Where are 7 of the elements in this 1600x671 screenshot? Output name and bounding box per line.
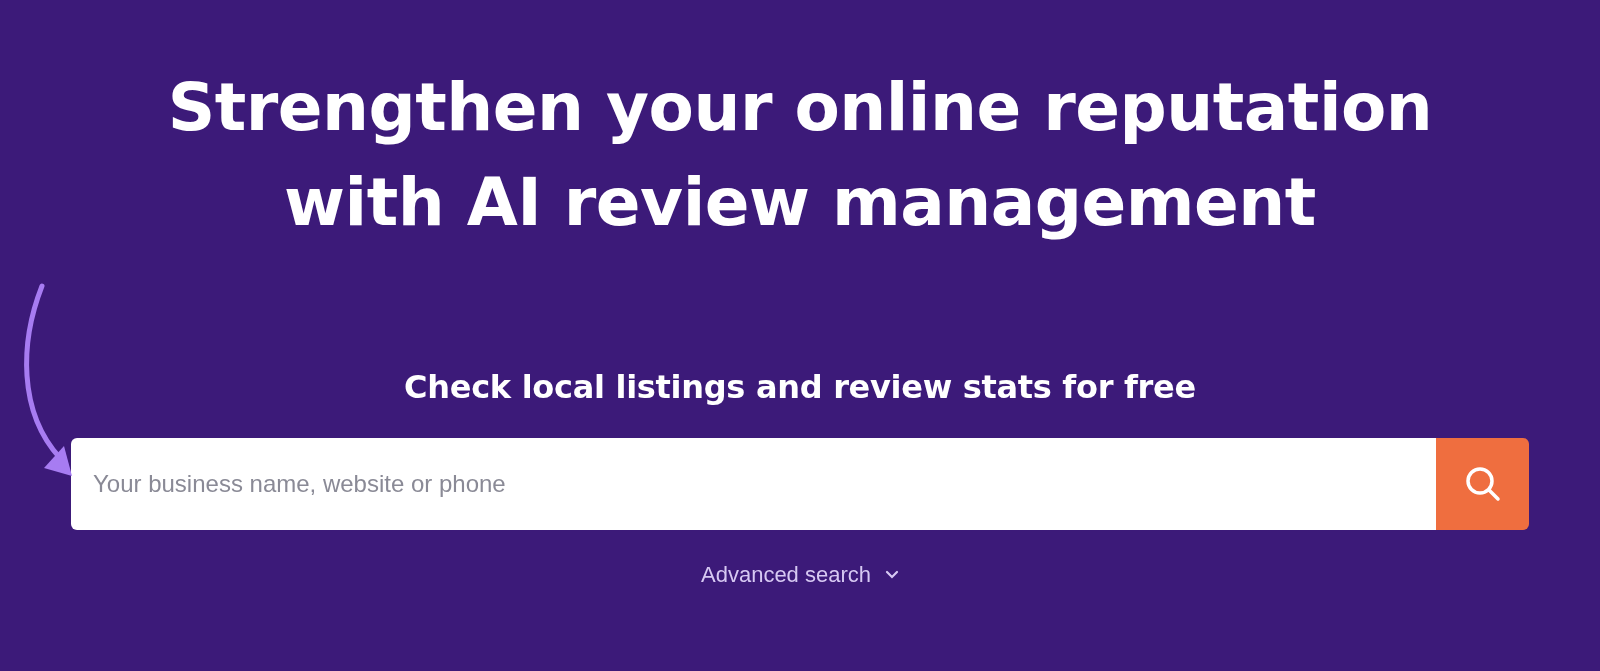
headline: with AI review management bbox=[284, 163, 1316, 243]
search-button[interactable] bbox=[1436, 438, 1529, 530]
headline: Strengthen your online reputation bbox=[167, 68, 1433, 148]
subheading: Check local listings and review stats for free bbox=[404, 368, 1196, 406]
chevron-icon bbox=[885, 570, 899, 580]
advanced-search-toggle[interactable]: Advanced search bbox=[697, 558, 903, 592]
search-field[interactable]: Your business name, website or phone bbox=[71, 438, 1436, 530]
